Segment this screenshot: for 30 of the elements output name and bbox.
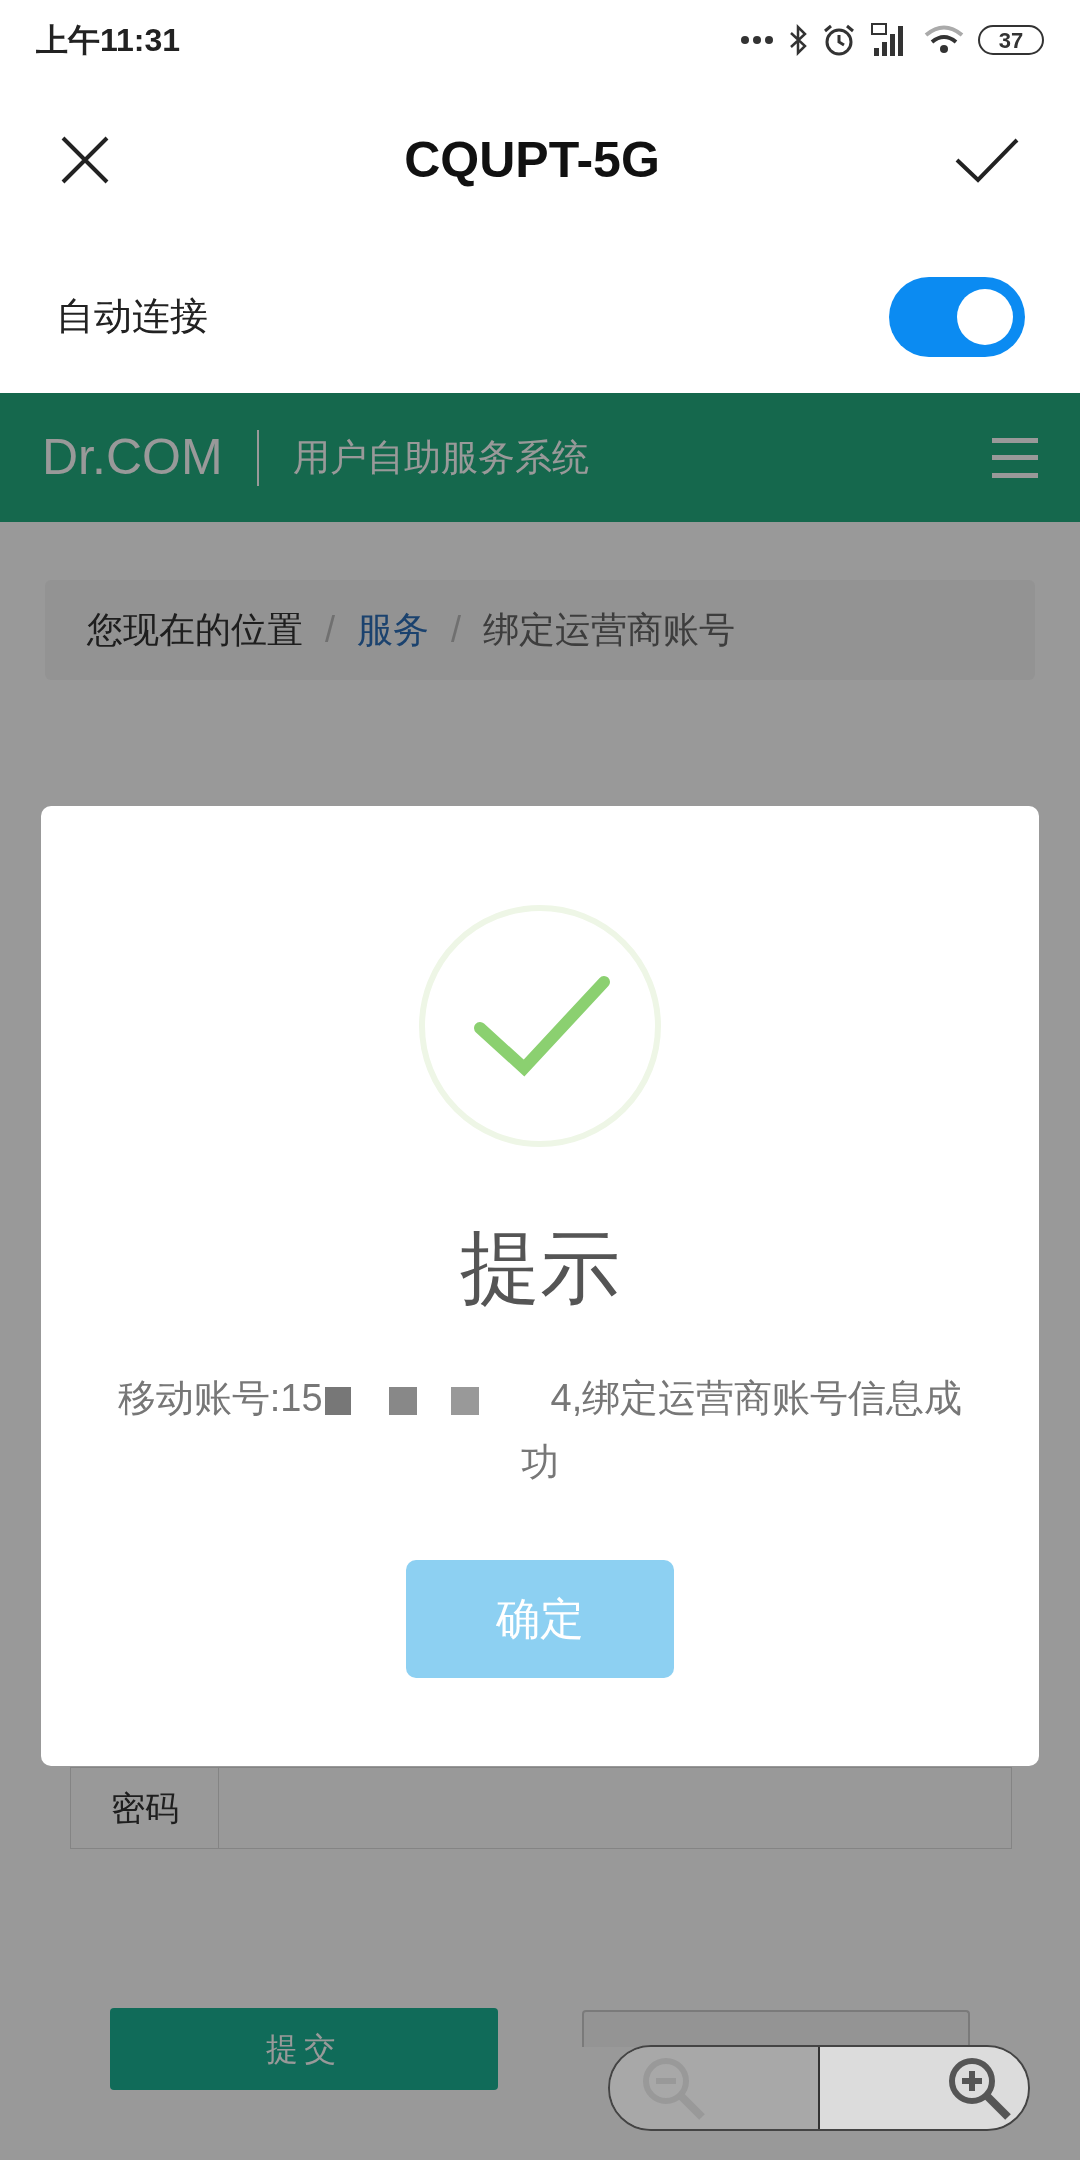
success-check-icon (418, 904, 662, 1148)
close-icon[interactable] (60, 135, 110, 185)
zoom-in-icon (946, 2055, 1012, 2121)
submit-button[interactable]: 提交 (110, 2008, 498, 2090)
checkmark-icon[interactable] (954, 137, 1020, 183)
bluetooth-icon (788, 24, 808, 56)
site-subtitle: 用户自助服务系统 (292, 435, 589, 480)
redaction-block (324, 1386, 351, 1415)
dialog-message: 移动账号:15 (117, 1377, 323, 1419)
network-title: CQUPT-5G (404, 130, 660, 190)
breadcrumb-current: 绑定运营商账号 (483, 608, 736, 652)
menu-icon[interactable] (992, 437, 1038, 478)
redaction-block (388, 1386, 417, 1415)
status-time: 上午11:31 (36, 21, 181, 60)
auto-connect-label: 自动连接 (56, 294, 208, 339)
wifi-icon (924, 24, 964, 56)
dialog-message: 4,绑定运营商账号信息成功 (521, 1377, 963, 1483)
breadcrumb-label: 您现在的位置 (87, 608, 303, 652)
breadcrumb-link[interactable]: 服务 (357, 603, 429, 657)
site-brand: Dr.COM (42, 428, 223, 487)
confirm-button[interactable]: 确定 (406, 1560, 674, 1678)
more-icon (740, 35, 774, 45)
dialog-title: 提示 (460, 1222, 620, 1314)
battery-indicator: 37 (978, 25, 1044, 55)
back-button[interactable] (582, 2010, 970, 2047)
alarm-icon (822, 23, 856, 57)
zoom-in-button[interactable] (820, 2047, 1028, 2129)
breadcrumb-separator: / (325, 608, 335, 652)
redaction-block (450, 1386, 479, 1415)
breadcrumb-separator: / (451, 608, 462, 652)
